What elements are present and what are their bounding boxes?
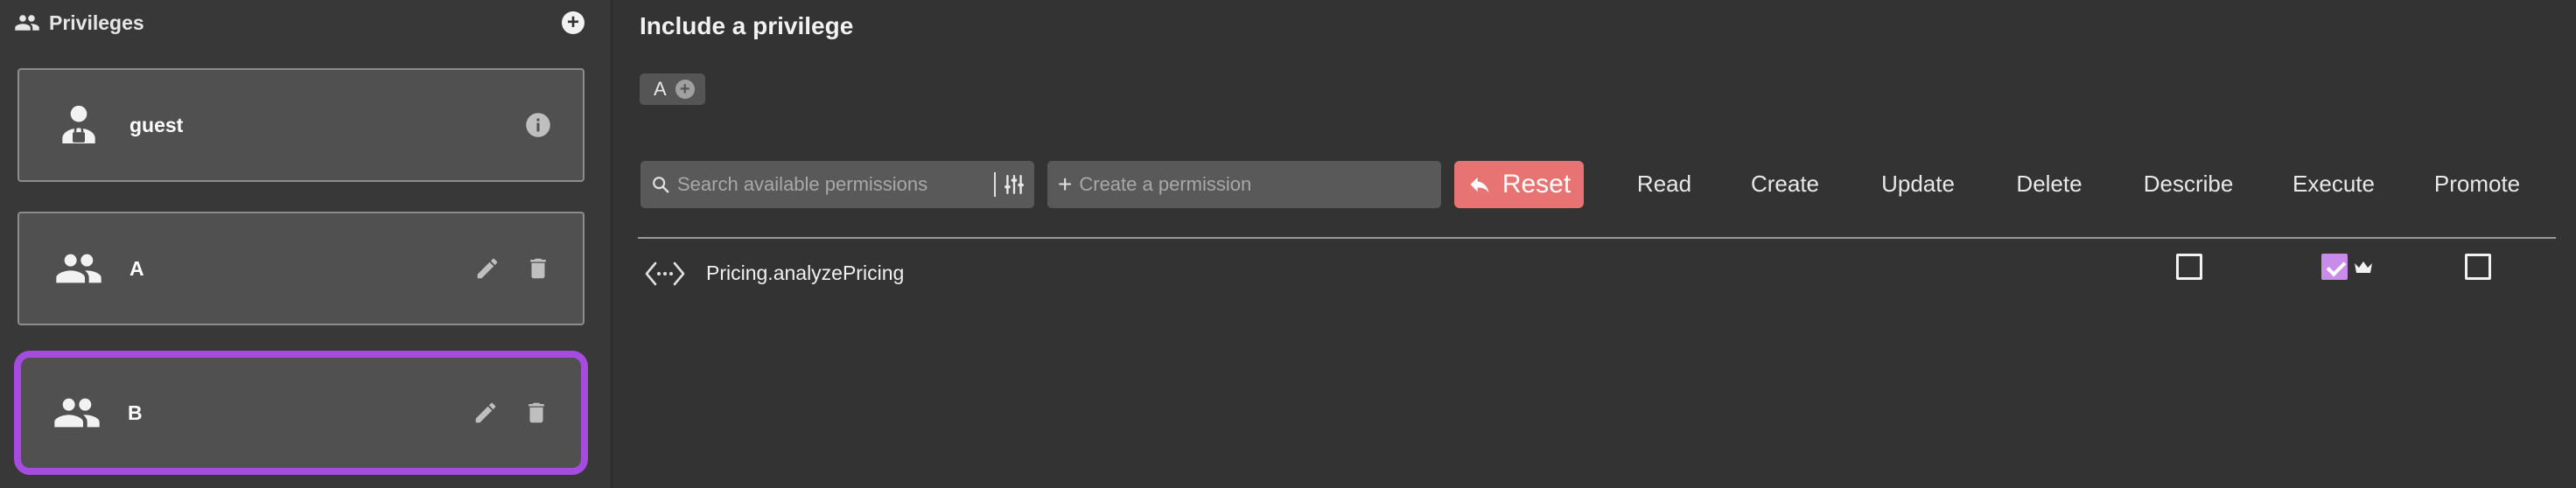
sidebar-header: Privileges + — [14, 9, 592, 37]
edit-icon[interactable] — [474, 255, 500, 282]
plus-icon: + — [1058, 171, 1073, 198]
column-header-read: Read — [1636, 171, 1692, 197]
role-card-guest[interactable]: guest — [18, 68, 584, 182]
permission-row: Pricing.analyzePricing — [638, 243, 2556, 304]
table-divider — [638, 237, 2556, 239]
delete-icon[interactable] — [525, 255, 551, 282]
included-privilege-chip[interactable]: A + — [640, 73, 705, 105]
add-role-button[interactable]: + — [562, 11, 584, 34]
create-permission-input[interactable] — [1079, 167, 1430, 202]
role-name: A — [130, 256, 144, 280]
app-root: Privileges + guest A B Include a privile… — [0, 0, 2576, 488]
crown-icon — [2355, 261, 2372, 273]
group-icon — [54, 398, 100, 428]
role-card-a[interactable]: A — [18, 212, 584, 325]
permission-name: Pricing.analyzePricing — [706, 261, 905, 284]
checkbox-execute[interactable] — [2321, 254, 2348, 280]
reply-icon — [1470, 177, 1489, 193]
sidebar-title: Privileges — [49, 10, 144, 34]
reset-label: Reset — [1502, 170, 1572, 199]
column-header-execute: Execute — [2292, 171, 2375, 197]
chip-label: A — [654, 78, 667, 100]
info-icon[interactable] — [525, 112, 551, 138]
checkbox-promote[interactable] — [2465, 254, 2491, 280]
create-permission: + — [1047, 161, 1441, 208]
column-header-promote: Promote — [2433, 171, 2521, 197]
search-divider — [994, 172, 996, 197]
column-header-describe: Describe — [2143, 171, 2234, 197]
checkbox-describe[interactable] — [2176, 254, 2202, 280]
group-icon — [56, 254, 102, 283]
search-input[interactable] — [677, 167, 992, 202]
column-header-update: Update — [1881, 171, 1955, 197]
reset-button[interactable]: Reset — [1454, 161, 1584, 208]
delete-icon[interactable] — [523, 400, 550, 426]
search-permissions — [640, 161, 1034, 208]
column-header-delete: Delete — [2016, 171, 2082, 197]
edit-icon[interactable] — [472, 400, 499, 426]
role-name: B — [128, 401, 143, 424]
search-icon — [653, 177, 669, 193]
sidebar: Privileges + guest A B — [0, 0, 612, 488]
group-icon — [15, 15, 39, 31]
chip-add-icon[interactable]: + — [675, 80, 695, 99]
page-title: Include a privilege — [640, 12, 854, 39]
role-name: guest — [130, 113, 184, 136]
filter-sliders-icon[interactable] — [1003, 173, 1026, 196]
code-icon — [645, 261, 685, 286]
column-header-create: Create — [1750, 171, 1820, 197]
role-card-b[interactable]: B — [14, 351, 588, 475]
main-panel: Include a privilege A + Search available… — [614, 0, 2576, 488]
user-lock-icon — [62, 105, 95, 143]
